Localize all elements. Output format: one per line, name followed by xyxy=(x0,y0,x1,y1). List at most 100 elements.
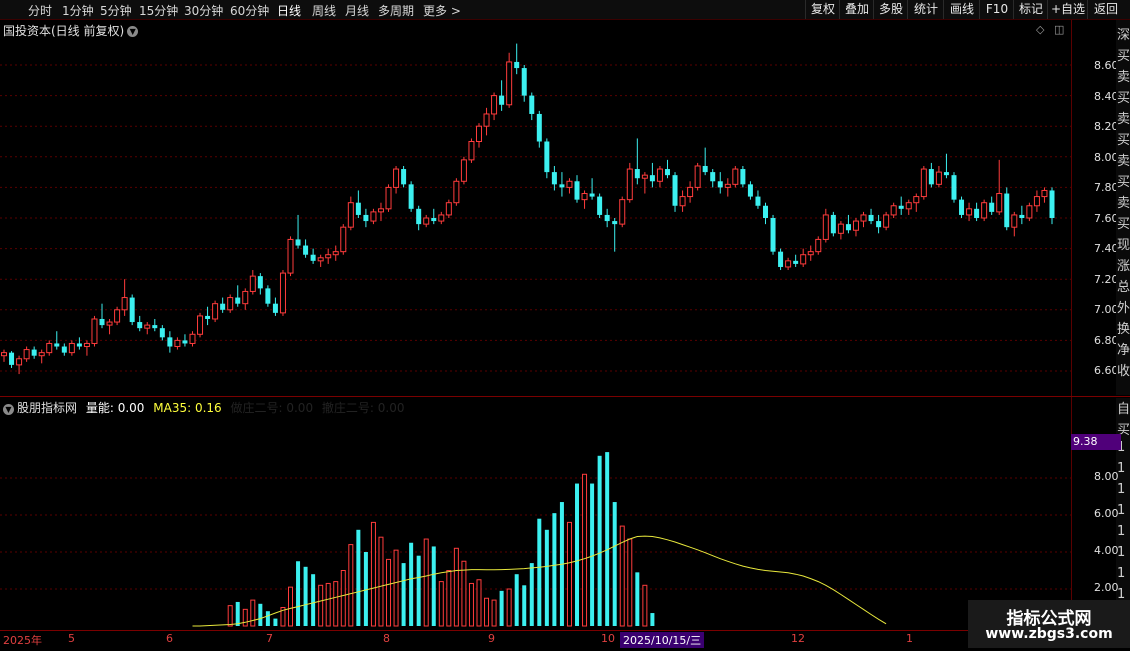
period-tab-monthly[interactable]: 月线 xyxy=(345,2,369,19)
volume-bar-up xyxy=(393,549,399,627)
candle-body-up xyxy=(619,199,626,225)
volume-bar-up xyxy=(340,570,346,627)
candle-body-down xyxy=(974,208,980,218)
volume-cursor-value: 9.38 xyxy=(1071,434,1121,450)
volume-bar-up xyxy=(627,538,633,627)
volume-bar-up xyxy=(468,582,474,627)
candle-body-up xyxy=(287,238,294,274)
f10-button[interactable]: F10 xyxy=(979,0,1014,19)
ma35-value: MA35: 0.16 xyxy=(153,401,222,415)
add-watchlist-button[interactable]: +自选 xyxy=(1047,0,1088,19)
candle-body-up xyxy=(68,342,75,354)
candle-body-down xyxy=(54,343,60,347)
candle-body-down xyxy=(205,315,211,319)
volume-bar-up xyxy=(453,547,459,627)
candle-body-up xyxy=(38,352,45,357)
back-button[interactable]: 返回 xyxy=(1087,0,1124,19)
candle-body-up xyxy=(453,180,460,204)
period-tab-1min[interactable]: 1分钟 xyxy=(62,2,94,19)
volume-bar-up xyxy=(370,521,376,627)
candle-body-down xyxy=(521,68,527,96)
date-tick: 2025年 xyxy=(3,634,42,647)
volume-bar-down xyxy=(499,590,504,626)
price-tick: 7.60 xyxy=(1094,212,1119,225)
period-tab-multi[interactable]: 多周期 xyxy=(378,2,414,19)
volume-bar-up xyxy=(619,525,625,627)
volume-bar-up xyxy=(484,597,490,627)
candle-body-down xyxy=(959,199,965,215)
candle-body-down xyxy=(355,202,361,215)
adjust-button[interactable]: 复权 xyxy=(805,0,840,19)
chart-title[interactable]: 国投资本(日线 前复权) ▼ xyxy=(3,22,139,39)
volume-bar-up xyxy=(461,560,467,627)
date-tick: 9 xyxy=(488,632,495,645)
candle-body-up xyxy=(641,174,648,179)
volume-bar-up xyxy=(318,584,324,627)
volume-tick: 6.00 xyxy=(1094,507,1119,520)
order-book-label: 1 xyxy=(1117,524,1126,539)
candle-body-up xyxy=(807,251,814,256)
candle-body-down xyxy=(612,221,618,225)
watermark-url: www.zbgs3.com xyxy=(985,626,1113,642)
period-tab-more[interactable]: 更多 > xyxy=(423,2,461,19)
mark-button[interactable]: 标记 xyxy=(1013,0,1048,19)
candle-body-down xyxy=(845,224,851,231)
overlay-button[interactable]: 叠加 xyxy=(839,0,874,19)
candle-body-up xyxy=(347,202,354,228)
volume-tick: 4.00 xyxy=(1094,544,1119,557)
volume-bar-up xyxy=(642,584,648,627)
period-tab-60min[interactable]: 60分钟 xyxy=(230,2,269,19)
stats-button[interactable]: 统计 xyxy=(907,0,944,19)
draw-button[interactable]: 画线 xyxy=(943,0,980,19)
candle-body-down xyxy=(235,297,241,304)
candle-body-down xyxy=(310,254,316,261)
candle-body-up xyxy=(174,339,181,348)
candle-body-up xyxy=(23,349,30,360)
candle-body-up xyxy=(800,254,807,265)
order-book-label: 卖 xyxy=(1117,196,1130,211)
period-tab-weekly[interactable]: 周线 xyxy=(312,2,336,19)
candle-body-up xyxy=(566,180,573,188)
candle-body-down xyxy=(272,303,278,313)
volume-bar-down xyxy=(303,566,308,626)
candle-body-up xyxy=(279,272,286,314)
chevron-down-icon[interactable]: ▼ xyxy=(3,404,14,415)
price-tick: 8.40 xyxy=(1094,90,1119,103)
volume-value: 量能: 0.00 xyxy=(85,401,145,415)
candle-body-down xyxy=(770,218,776,252)
candle-body-up xyxy=(483,113,490,127)
candle-body-down xyxy=(868,214,874,222)
volume-bar-up xyxy=(386,558,392,627)
order-book-label: 外 xyxy=(1117,301,1130,316)
period-tab-5min[interactable]: 5分钟 xyxy=(100,2,132,19)
candle-body-down xyxy=(431,218,437,222)
period-tab-daily[interactable]: 日线 xyxy=(277,2,301,19)
price-volume-chart[interactable] xyxy=(0,0,1130,650)
period-tab-intraday[interactable]: 分时 xyxy=(28,2,52,19)
volume-bar-down xyxy=(605,452,610,626)
candle-body-down xyxy=(152,325,158,329)
candle-body-up xyxy=(883,214,890,228)
panel-toggle-icon[interactable]: ◫ xyxy=(1054,23,1064,36)
candle-body-down xyxy=(61,346,67,353)
period-tab-15min[interactable]: 15分钟 xyxy=(139,2,178,19)
volume-bar-down xyxy=(356,529,361,626)
candle-body-up xyxy=(121,297,128,311)
diamond-icon[interactable]: ◇ xyxy=(1036,23,1044,36)
candle-body-down xyxy=(717,181,723,188)
date-tick: 6 xyxy=(166,632,173,645)
price-tick: 7.40 xyxy=(1094,242,1119,255)
volume-bar-up xyxy=(348,544,354,627)
period-tab-30min[interactable]: 30分钟 xyxy=(184,2,223,19)
indicator-name[interactable]: 股朋指标网 xyxy=(17,401,77,415)
candle-body-down xyxy=(499,95,505,105)
volume-bar-down xyxy=(552,513,557,626)
volume-bar-down xyxy=(597,455,602,626)
candle-body-up xyxy=(460,159,467,182)
candle-body-down xyxy=(559,184,565,188)
multi-stock-button[interactable]: 多股 xyxy=(873,0,908,19)
indicator-header: ▼ 股朋指标网 量能: 0.00 MA35: 0.16 做庄二号: 0.00 撤庄… xyxy=(3,399,409,416)
candle-body-up xyxy=(468,141,475,161)
chevron-down-icon[interactable]: ▼ xyxy=(127,26,139,37)
date-tick: 5 xyxy=(68,632,75,645)
